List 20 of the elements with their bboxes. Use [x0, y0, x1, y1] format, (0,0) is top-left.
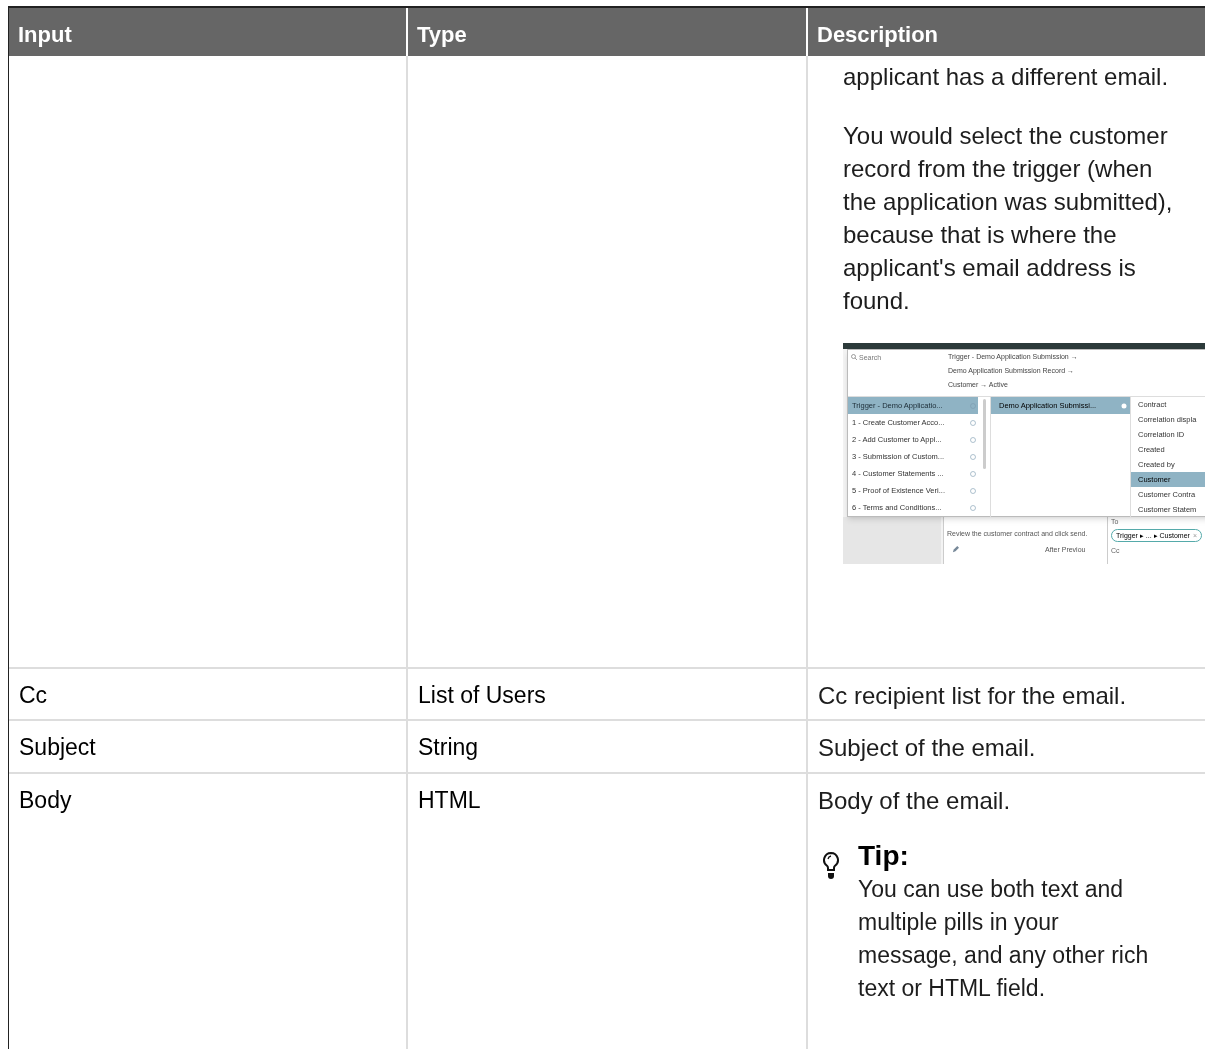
table-cell-text: Subject: [19, 733, 96, 762]
table-cell-text: Body: [19, 786, 72, 815]
table-cell-text: List of Users: [418, 681, 546, 710]
tip-heading: Tip:: [858, 839, 910, 873]
scrollbar-thumb[interactable]: [982, 399, 986, 469]
description-text: You would select the customer record from the trigger (when the application was submitted), because that is where the applicant's email address is found.: [843, 121, 1173, 316]
pencil-icon: [952, 546, 959, 554]
search-icon: [851, 354, 857, 360]
description-text: Subject of the email.: [818, 733, 1037, 763]
table-cell-text: String: [418, 733, 479, 762]
column-header: Input: [9, 8, 408, 56]
column-header: Type: [408, 8, 808, 56]
lightbulb-icon: [822, 851, 840, 881]
column-header: Description: [808, 8, 1205, 56]
description-text: Cc recipient list for the email.: [818, 681, 1128, 711]
tip-text: You can use both text and multiple pills in your message, and any other rich text or HTML field.: [858, 875, 1150, 1003]
description-text: Body of the email.: [818, 786, 1012, 816]
table-cell-text: HTML: [418, 786, 481, 815]
table-cell-text: Cc: [19, 681, 48, 710]
description-text: applicant has a different email.: [843, 62, 1170, 92]
